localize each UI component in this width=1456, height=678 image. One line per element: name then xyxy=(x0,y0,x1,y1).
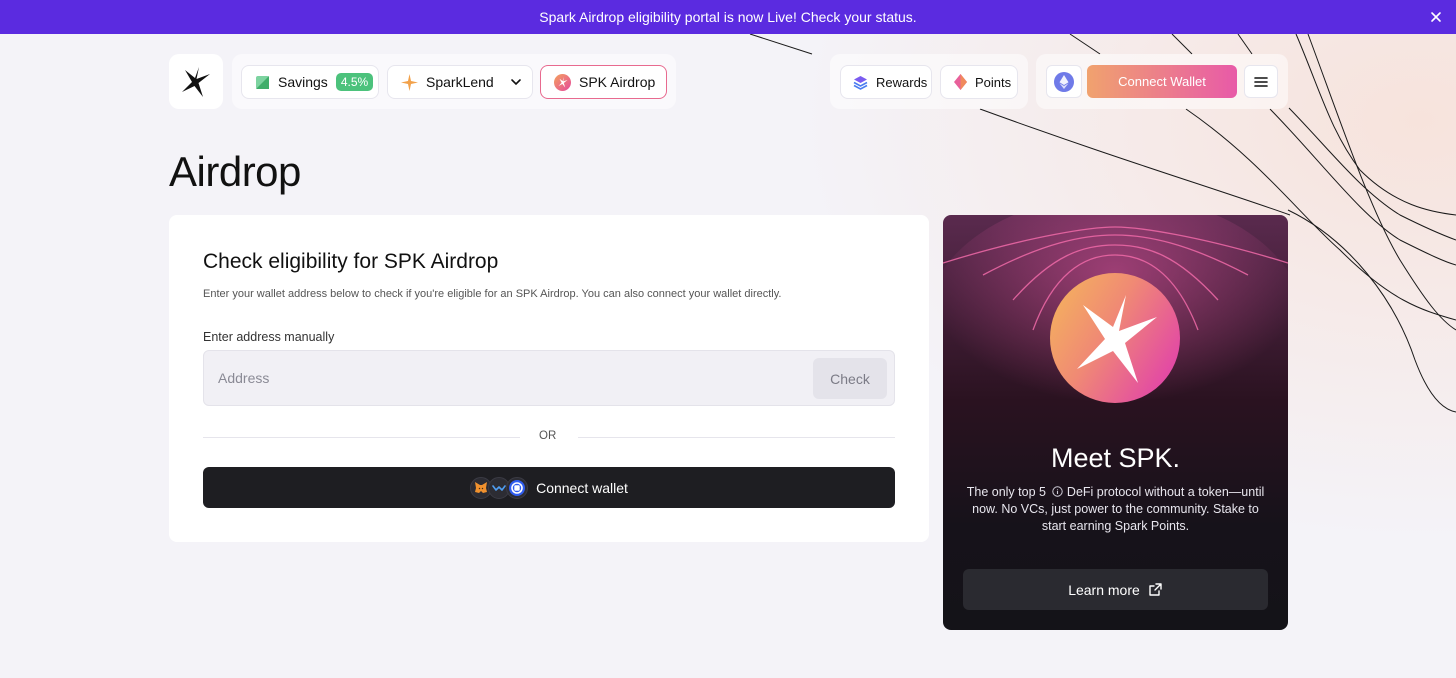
ethereum-icon xyxy=(1054,71,1074,92)
connect-wallet-button[interactable]: Connect Wallet xyxy=(1087,65,1237,98)
or-divider: OR xyxy=(203,429,895,445)
eligibility-title: Check eligibility for SPK Airdrop xyxy=(203,250,499,273)
address-label: Enter address manually xyxy=(203,330,335,344)
promo-text: The only top 5 DeFi protocol without a t… xyxy=(961,484,1270,535)
points-icon xyxy=(954,74,967,90)
spk-hero-art xyxy=(943,215,1288,455)
or-text: OR xyxy=(539,430,557,442)
external-link-icon xyxy=(1149,583,1162,596)
nav-savings[interactable]: Savings 4.5% xyxy=(241,65,379,99)
coinbase-icon xyxy=(506,476,529,499)
nav-spk-airdrop-label: SPK Airdrop xyxy=(579,74,656,90)
nav-savings-label: Savings xyxy=(278,74,328,90)
wallet-icons xyxy=(470,476,529,499)
announcement-banner: Spark Airdrop eligibility portal is now … xyxy=(0,0,1456,34)
spark-logo[interactable] xyxy=(169,54,223,109)
sparklend-icon xyxy=(401,73,418,91)
address-input[interactable] xyxy=(204,351,804,405)
nav-sparklend[interactable]: SparkLend xyxy=(387,65,533,99)
rewards-icon xyxy=(853,75,868,90)
learn-more-button[interactable]: Learn more xyxy=(963,569,1268,610)
connect-wallet-label: Connect wallet xyxy=(536,479,628,496)
divider-line-left xyxy=(203,437,520,438)
eligibility-card: Check eligibility for SPK Airdrop Enter … xyxy=(169,215,929,542)
nav-rewards-label: Rewards xyxy=(876,74,928,90)
savings-icon xyxy=(255,75,270,90)
menu-button[interactable] xyxy=(1244,65,1278,98)
close-icon[interactable] xyxy=(1428,9,1444,25)
check-button[interactable]: Check xyxy=(813,358,887,399)
promo-title: Meet SPK. xyxy=(1050,443,1181,473)
meet-spk-card: Meet SPK. The only top 5 DeFi protocol w… xyxy=(943,215,1288,630)
nav-sparklend-label: SparkLend xyxy=(426,74,494,90)
chevron-down-icon xyxy=(510,79,521,86)
info-icon[interactable] xyxy=(1052,486,1064,497)
page-title: Airdrop xyxy=(169,148,301,195)
nav-spk-airdrop[interactable]: SPK Airdrop xyxy=(540,65,667,99)
nav-rewards[interactable]: Rewards xyxy=(840,65,932,99)
promo-text-start: The only top 5 xyxy=(966,485,1046,499)
divider-line-right xyxy=(578,437,895,438)
network-selector[interactable] xyxy=(1046,65,1082,98)
spark-logo-icon xyxy=(182,66,210,97)
eligibility-subtitle: Enter your wallet address below to check… xyxy=(203,288,782,300)
nav-points[interactable]: Points xyxy=(940,65,1018,99)
learn-more-label: Learn more xyxy=(1068,581,1140,598)
banner-text: Spark Airdrop eligibility portal is now … xyxy=(539,9,917,25)
address-field: Check xyxy=(203,350,895,406)
savings-rate-badge: 4.5% xyxy=(335,73,374,91)
spk-icon xyxy=(554,73,571,91)
menu-icon xyxy=(1254,76,1268,87)
nav-points-label: Points xyxy=(975,74,1012,90)
connect-wallet-main-button[interactable]: Connect wallet xyxy=(203,467,895,508)
